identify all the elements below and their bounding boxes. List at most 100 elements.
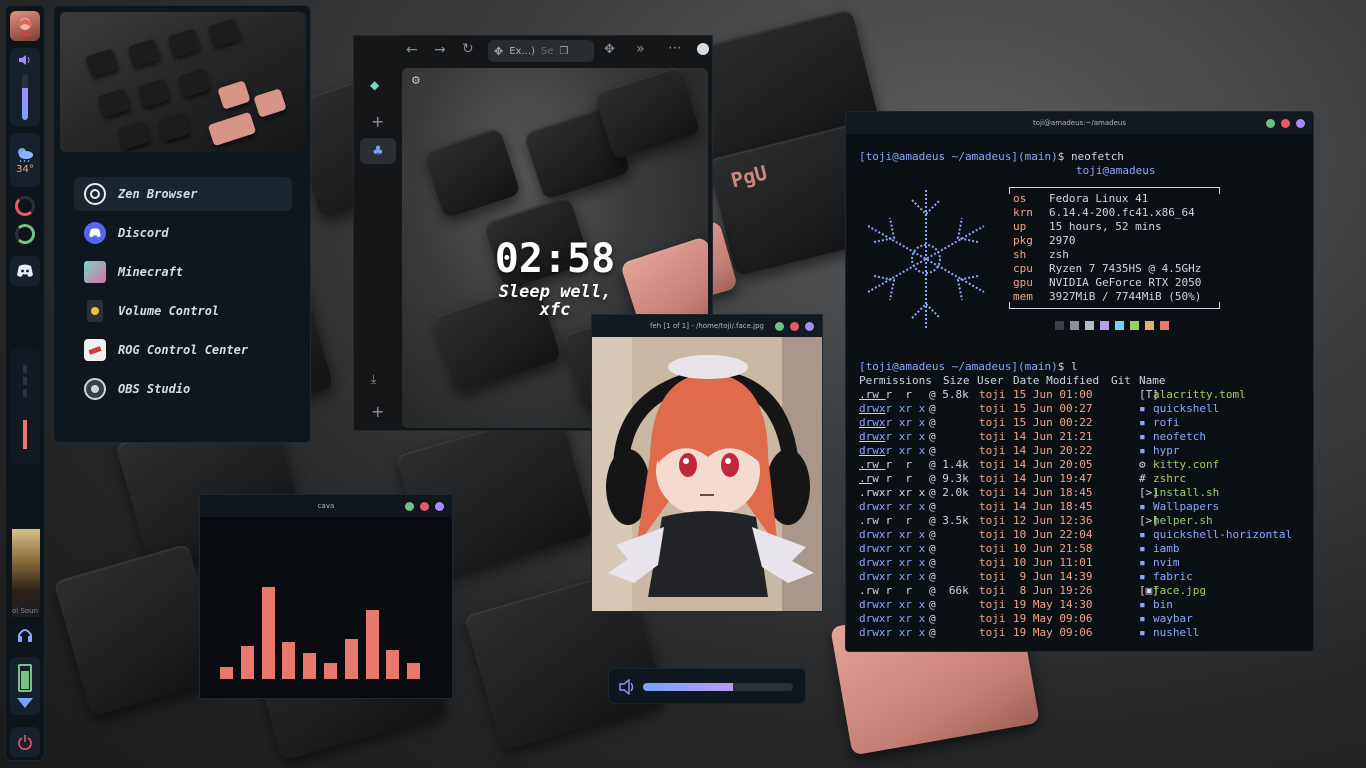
reload-icon[interactable]: ↻ <box>462 41 474 57</box>
new-tab-plus-icon[interactable]: + <box>371 112 384 131</box>
minecraft-icon <box>84 261 106 283</box>
battery-icon <box>18 664 32 692</box>
volume-osd-track[interactable] <box>643 683 793 691</box>
download-icon[interactable]: ⤓ <box>371 372 376 387</box>
ls-user: toji <box>979 388 1006 401</box>
palette-swatch <box>1160 321 1169 330</box>
weather-widget[interactable]: 34° <box>10 133 40 187</box>
brightness-slider[interactable] <box>10 349 40 464</box>
maximize-button[interactable] <box>805 322 814 331</box>
close-button[interactable] <box>790 322 799 331</box>
ls-date: 14 Jun 19:47 <box>1013 472 1093 485</box>
ls-size: @ <box>929 402 936 415</box>
ls-date: 19 May 09:06 <box>1013 626 1093 639</box>
ls-date: 19 May 14:30 <box>1013 598 1093 611</box>
ls-permissions: drwxr xr x <box>859 626 926 639</box>
spectrum-bar <box>282 641 296 679</box>
ls-date: 12 Jun 12:36 <box>1013 514 1093 527</box>
launcher-item-discord[interactable]: Discord <box>74 216 292 250</box>
maximize-button[interactable] <box>435 502 444 511</box>
user-avatar[interactable] <box>10 11 40 41</box>
power-button[interactable] <box>10 727 40 757</box>
neofetch-value: zsh <box>1049 248 1069 261</box>
ls-name: hypr <box>1153 444 1180 457</box>
ls-name: quickshell <box>1153 402 1220 415</box>
app-launcher: Zen Browser Discord Minecraft Volume Con… <box>53 5 311 443</box>
neofetch-key: up <box>1013 220 1027 233</box>
ls-file-icon: ▪ <box>1139 528 1146 541</box>
ls-size: @ 9.3k <box>929 472 969 485</box>
ls-permissions: drwxr xr x <box>859 556 926 569</box>
neofetch-value: NVIDIA GeForce RTX 2050 <box>1049 276 1202 289</box>
volume-slider[interactable] <box>10 48 40 126</box>
minimize-button[interactable] <box>405 502 414 511</box>
neofetch-value: Fedora Linux 41 <box>1049 192 1149 205</box>
extension-puzzle-icon: ✥ <box>494 44 504 58</box>
neofetch-row: mem 3927MiB / 7744MiB (50%) <box>1013 290 1201 304</box>
ls-file-icon: ▪ <box>1139 570 1146 583</box>
ls-file-icon: ⚙ <box>1139 458 1146 471</box>
ls-file-icon: ▪ <box>1139 556 1146 569</box>
forward-arrow-icon[interactable]: → <box>434 42 446 58</box>
minimize-button[interactable] <box>1266 119 1275 128</box>
ls-file-icon: ▪ <box>1139 430 1146 443</box>
ls-date: 8 Jun 19:26 <box>1013 584 1093 597</box>
neofetch-key: os <box>1013 192 1027 205</box>
ls-permissions: drwxr xr x <box>859 430 926 443</box>
menu-dots-icon[interactable]: ⋯ <box>668 40 682 56</box>
ls-size: @ <box>929 556 936 569</box>
prompt-line: [toji@amadeus ~/amadeus](main)$ l <box>859 360 1078 373</box>
settings-gear-icon[interactable]: ⚙ <box>411 74 421 87</box>
launcher-item-minecraft[interactable]: Minecraft <box>74 255 292 289</box>
ls-name: waybar <box>1153 612 1193 625</box>
ls-user: toji <box>979 542 1006 555</box>
spectrum-bar <box>407 662 421 679</box>
spectrum-bar <box>303 652 317 679</box>
neofetch-row: os Fedora Linux 41 <box>1013 192 1148 206</box>
spectrum-bar <box>344 639 358 679</box>
spectrum-bar <box>240 645 254 679</box>
neofetch-key: gpu <box>1013 276 1033 289</box>
media-cover-art[interactable]: ol Soun <box>12 529 40 617</box>
overflow-chevron-icon[interactable]: » <box>636 41 645 57</box>
profile-avatar[interactable] <box>697 43 709 55</box>
terminal-window: toji@amadeus:~/amadeus [toji@amadeus ~/a… <box>845 111 1314 652</box>
close-button[interactable] <box>420 502 429 511</box>
url-bar[interactable]: ✥ Ex...) Se ❐ <box>488 40 594 62</box>
back-arrow-icon[interactable]: ← <box>406 42 418 58</box>
active-tab[interactable]: ♣ <box>360 138 396 164</box>
ls-name: quickshell-horizontal <box>1153 528 1293 541</box>
headphones-button[interactable] <box>10 622 40 648</box>
ls-size: @ 66k <box>929 584 969 597</box>
discord-tray-button[interactable] <box>10 256 40 286</box>
ls-date: 14 Jun 18:45 <box>1013 486 1093 499</box>
extensions-icon[interactable]: ✥ <box>604 42 615 57</box>
palette-swatch <box>1115 321 1124 330</box>
ls-size: @ <box>929 542 936 555</box>
maximize-button[interactable] <box>1296 119 1305 128</box>
ls-permissions: .rwxr xr x <box>859 486 926 499</box>
minimize-button[interactable] <box>775 322 784 331</box>
ls-user: toji <box>979 472 1006 485</box>
discord-icon <box>17 264 33 277</box>
ls-size: @ 2.0k <box>929 486 969 499</box>
close-button[interactable] <box>1281 119 1290 128</box>
ls-name: helper.sh <box>1153 514 1213 527</box>
workspace-icon: ♣ <box>372 143 384 159</box>
launcher-item-label: ROG Control Center <box>118 343 249 357</box>
launcher-item-rog-control-center[interactable]: ROG Control Center <box>74 333 292 367</box>
neofetch-value: 3927MiB / 7744MiB (50%) <box>1049 290 1202 303</box>
pinned-tab-icon[interactable]: ◆ <box>370 78 379 92</box>
add-workspace-plus-icon[interactable]: + <box>371 402 384 421</box>
launcher-item-zen-browser[interactable]: Zen Browser <box>74 177 292 211</box>
launcher-item-label: Minecraft <box>118 265 184 279</box>
launcher-item-label: Zen Browser <box>118 187 198 201</box>
neofetch-key: cpu <box>1013 262 1033 275</box>
spectrum-bar <box>220 666 233 679</box>
battery-widget[interactable] <box>10 657 40 715</box>
ls-user: toji <box>979 430 1006 443</box>
ls-size: @ <box>929 500 936 513</box>
ls-file-icon: ▪ <box>1139 402 1146 415</box>
launcher-item-volume-control[interactable]: Volume Control <box>74 294 292 328</box>
launcher-item-obs-studio[interactable]: OBS Studio <box>74 372 292 406</box>
